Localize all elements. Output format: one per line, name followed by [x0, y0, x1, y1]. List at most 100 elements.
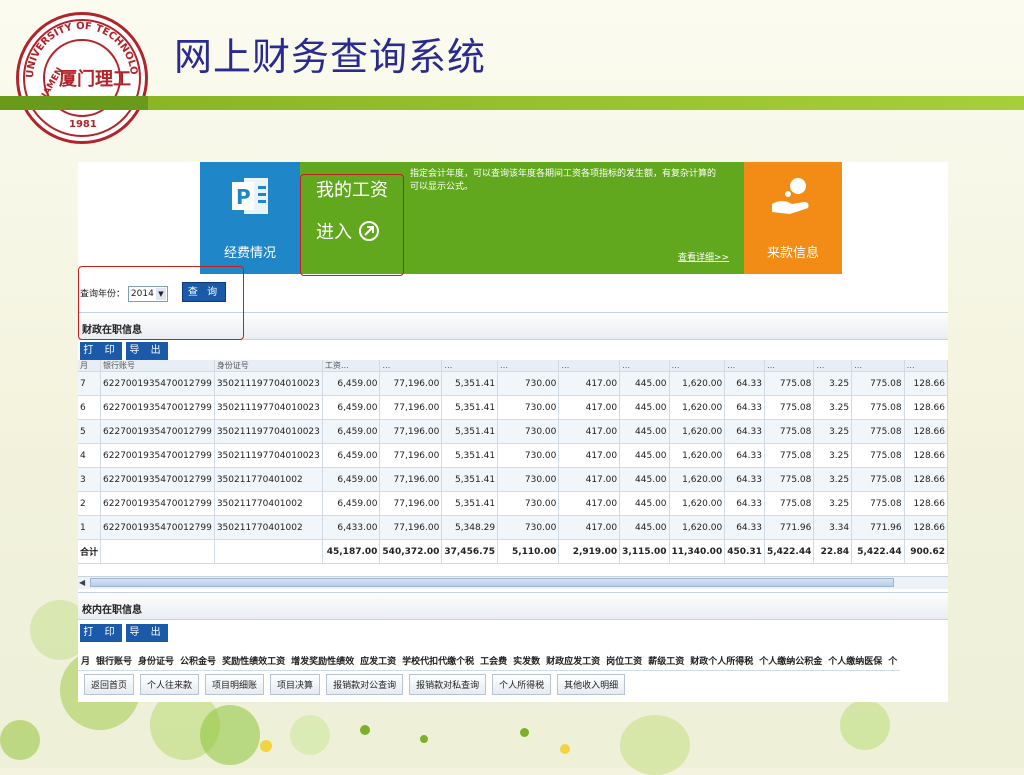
campus-header-row: 月银行账号 身份证号 公积金号 奖励性绩效工资 增发奖励性绩效 应发工资 学校代扣代缴个税工… [78, 650, 901, 671]
logo-center-text: 厦门理工 [59, 68, 131, 90]
expense-label: 经费情况 [223, 246, 276, 261]
table-cell: 350211197704010023 [214, 371, 323, 396]
column-header[interactable]: 公积金号 [177, 650, 220, 671]
table-cell: 6 [78, 395, 102, 420]
column-header[interactable]: 岗位工资 [603, 650, 646, 671]
column-header[interactable]: 银行账号 [100, 360, 215, 372]
column-header[interactable]: 学校代扣代缴个税 [399, 650, 478, 671]
column-header[interactable]: … [619, 360, 670, 372]
column-header[interactable]: 应发工资 [357, 650, 400, 671]
column-header[interactable]: 财政应发工资 [543, 650, 604, 671]
table-cell: 77,196.00 [379, 371, 443, 396]
table-row[interactable]: 6 6227001935470012799 350211197704010023 6,… [78, 395, 948, 420]
income-tile[interactable]: 来款信息 [744, 162, 842, 274]
table-cell: 6227001935470012799 [100, 443, 215, 468]
nav-button[interactable]: 返回首页 [84, 674, 135, 695]
column-header[interactable]: 个人缴纳医保 [825, 650, 886, 671]
expense-tile[interactable]: P 经费情况 [200, 162, 300, 274]
column-header[interactable]: 工资… [322, 360, 381, 372]
total-cell [100, 539, 215, 564]
nav-button[interactable]: 报销款对私查询 [409, 674, 487, 695]
more-details-link[interactable]: 查看详细>> [678, 250, 729, 263]
table-cell: 775.08 [851, 419, 905, 444]
nav-button[interactable]: 项目明细账 [205, 674, 265, 695]
table-cell: 7 [78, 371, 102, 396]
table-cell: 5,351.41 [441, 491, 499, 516]
salary-highlight-box [300, 174, 404, 276]
header-stripe [148, 96, 1024, 110]
table-cell: 350211197704010023 [214, 395, 323, 420]
print-button-2[interactable]: 打 印 [80, 624, 122, 642]
column-header[interactable]: … [764, 360, 815, 372]
column-header[interactable]: 财政个人所得税 [687, 650, 757, 671]
nav-button[interactable]: 个人往来款 [140, 674, 200, 695]
table-cell: 128.66 [904, 515, 948, 540]
table-cell: 64.33 [724, 371, 765, 396]
column-header[interactable]: … [558, 360, 621, 372]
scroll-left-icon[interactable]: ◀ [79, 578, 88, 587]
table-row[interactable]: 1 6227001935470012799 350211770401002 6,433… [78, 515, 948, 540]
column-header[interactable]: 个 [885, 650, 901, 671]
column-header[interactable]: … [904, 360, 948, 372]
table-cell: 445.00 [619, 419, 670, 444]
table-cell: 6,459.00 [322, 395, 381, 420]
table-cell: 6,459.00 [322, 443, 381, 468]
column-header[interactable]: 薪级工资 [645, 650, 688, 671]
table-cell: 3.25 [813, 443, 853, 468]
table-cell: 350211770401002 [214, 491, 323, 516]
column-header[interactable]: … [669, 360, 726, 372]
table-cell: 775.08 [851, 467, 905, 492]
nav-button[interactable]: 报销款对公查询 [326, 674, 404, 695]
table-cell: 5,351.41 [441, 467, 499, 492]
table-cell: 775.08 [851, 395, 905, 420]
total-cell [214, 539, 323, 564]
column-header[interactable]: … [724, 360, 765, 372]
column-header[interactable]: … [813, 360, 853, 372]
nav-button[interactable]: 项目决算 [270, 674, 321, 695]
column-header[interactable]: 奖励性绩效工资 [219, 650, 289, 671]
total-cell: 450.31 [724, 539, 765, 564]
table-cell: 445.00 [619, 371, 670, 396]
table-row[interactable]: 5 6227001935470012799 350211197704010023 6,… [78, 419, 948, 444]
column-header[interactable]: 身份证号 [135, 650, 178, 671]
column-header[interactable]: … [379, 360, 443, 372]
table-cell: 128.66 [904, 467, 948, 492]
table-cell: 2 [78, 491, 102, 516]
column-header[interactable]: … [441, 360, 499, 372]
export-button[interactable]: 导 出 [126, 342, 168, 360]
column-header[interactable]: 身份证号 [214, 360, 323, 372]
column-header[interactable]: 工会费 [477, 650, 511, 671]
table-cell: 730.00 [497, 467, 560, 492]
scroll-thumb[interactable] [90, 578, 894, 587]
horizontal-scrollbar[interactable]: ◀ [78, 576, 948, 589]
table-cell: 5,351.41 [441, 443, 499, 468]
export-button-2[interactable]: 导 出 [126, 624, 168, 642]
table-row[interactable]: 3 6227001935470012799 350211770401002 6,459… [78, 467, 948, 492]
column-header[interactable]: 个人缴纳公积金 [756, 650, 826, 671]
table-cell: 417.00 [558, 395, 621, 420]
column-header[interactable]: 月 [78, 650, 94, 671]
campus-salary-header: 月银行账号 身份证号 公积金号 奖励性绩效工资 增发奖励性绩效 应发工资 学校代扣代缴个税工… [78, 650, 901, 671]
column-header[interactable]: 增发奖励性绩效 [288, 650, 358, 671]
table-row[interactable]: 4 6227001935470012799 350211197704010023 6,… [78, 443, 948, 468]
table-row[interactable]: 7 6227001935470012799 350211197704010023 6,… [78, 371, 948, 396]
table-cell: 730.00 [497, 491, 560, 516]
table-cell: 128.66 [904, 443, 948, 468]
column-header[interactable]: 银行账号 [93, 650, 136, 671]
table-cell: 6,433.00 [322, 515, 381, 540]
table-cell: 417.00 [558, 443, 621, 468]
column-header[interactable]: 实发数 [510, 650, 544, 671]
table-cell: 1,620.00 [669, 443, 726, 468]
nav-button[interactable]: 其他收入明细 [557, 674, 626, 695]
print-button[interactable]: 打 印 [80, 342, 122, 360]
table-cell: 128.66 [904, 419, 948, 444]
table-cell: 417.00 [558, 419, 621, 444]
table-cell: 1,620.00 [669, 395, 726, 420]
nav-button[interactable]: 个人所得税 [492, 674, 552, 695]
column-header[interactable]: … [497, 360, 560, 372]
column-header[interactable]: 月 [78, 360, 102, 372]
table-row[interactable]: 2 6227001935470012799 350211770401002 6,459… [78, 491, 948, 516]
column-header[interactable]: … [851, 360, 905, 372]
table-cell: 5,351.41 [441, 395, 499, 420]
section2-toolbar: 打 印 导 出 [78, 622, 948, 644]
